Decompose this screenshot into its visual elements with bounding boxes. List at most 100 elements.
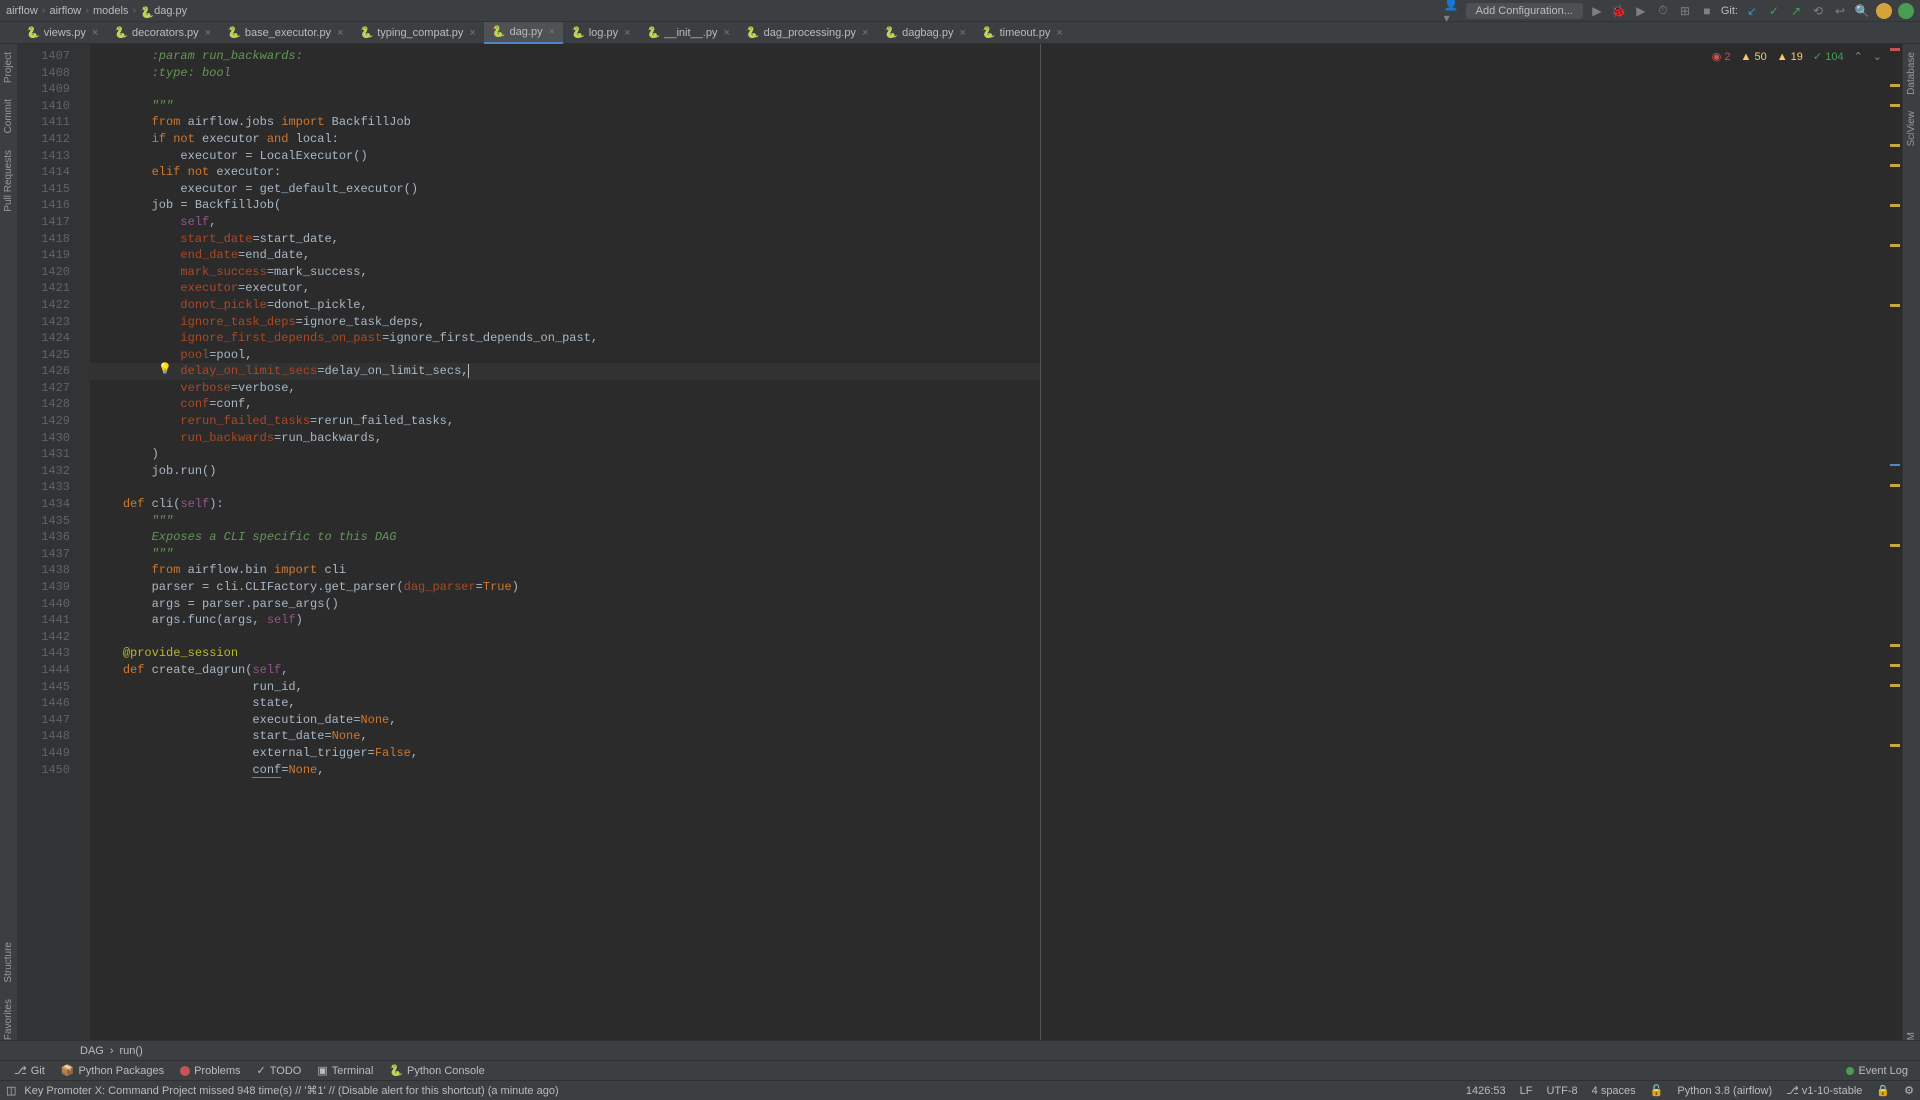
- line-number[interactable]: 1432: [18, 463, 70, 480]
- debug-icon[interactable]: 🐞: [1611, 3, 1627, 19]
- line-number[interactable]: 1424: [18, 330, 70, 347]
- code-line[interactable]: executor=executor,: [90, 280, 1040, 297]
- warning-marker[interactable]: [1890, 244, 1900, 247]
- code-line[interactable]: start_date=start_date,: [90, 231, 1040, 248]
- close-icon[interactable]: ×: [549, 26, 555, 38]
- line-number[interactable]: 1428: [18, 396, 70, 413]
- warning-marker[interactable]: [1890, 664, 1900, 667]
- code-line[interactable]: self,: [90, 214, 1040, 231]
- close-icon[interactable]: ×: [337, 27, 343, 39]
- line-number[interactable]: 1423: [18, 314, 70, 331]
- code-line[interactable]: ignore_first_depends_on_past=ignore_firs…: [90, 330, 1040, 347]
- add-configuration-button[interactable]: Add Configuration...: [1466, 3, 1583, 19]
- close-icon[interactable]: ×: [1056, 27, 1062, 39]
- tab-timeout[interactable]: 🐍timeout.py×: [974, 22, 1071, 44]
- line-number[interactable]: 1429: [18, 413, 70, 430]
- tool-git[interactable]: ⎇Git: [6, 1064, 53, 1077]
- tool-sciview[interactable]: SciView: [1906, 111, 1917, 146]
- editor[interactable]: 1407140814091410141114121413141414151416…: [18, 44, 1902, 1040]
- line-number[interactable]: 1439: [18, 579, 70, 596]
- tool-pull-requests[interactable]: Pull Requests: [3, 150, 14, 212]
- avatar-icon[interactable]: [1876, 3, 1892, 19]
- line-number[interactable]: 1441: [18, 612, 70, 629]
- code-line[interactable]: job = BackfillJob(: [90, 197, 1040, 214]
- line-separator[interactable]: LF: [1520, 1085, 1533, 1097]
- code-line[interactable]: pool=pool,: [90, 347, 1040, 364]
- line-number[interactable]: 1426: [18, 363, 70, 380]
- search-icon[interactable]: 🔍: [1854, 3, 1870, 19]
- tool-structure[interactable]: Structure: [3, 942, 14, 983]
- warning-marker[interactable]: [1890, 304, 1900, 307]
- tool-python-packages[interactable]: 📦Python Packages: [53, 1064, 172, 1077]
- breadcrumb-item[interactable]: airflow: [6, 5, 38, 17]
- tab-views[interactable]: 🐍views.py×: [18, 22, 106, 44]
- error-marker[interactable]: [1890, 48, 1900, 51]
- code-line[interactable]: [90, 479, 1040, 496]
- breadcrumb-item[interactable]: dag.py: [154, 5, 187, 17]
- user-switch-icon[interactable]: 👤▾: [1444, 3, 1460, 19]
- run-icon[interactable]: ▶: [1589, 3, 1605, 19]
- code-line[interactable]: parser = cli.CLIFactory.get_parser(dag_p…: [90, 579, 1040, 596]
- line-number[interactable]: 1444: [18, 662, 70, 679]
- line-number[interactable]: 1411: [18, 114, 70, 131]
- indent-setting[interactable]: 4 spaces: [1592, 1085, 1636, 1097]
- ide-settings-icon[interactable]: ⚙: [1904, 1084, 1914, 1097]
- breadcrumb-item[interactable]: airflow: [49, 5, 81, 17]
- warning-marker[interactable]: [1890, 644, 1900, 647]
- code-line[interactable]: args = parser.parse_args(): [90, 596, 1040, 613]
- line-number[interactable]: 1450: [18, 762, 70, 779]
- close-icon[interactable]: ×: [624, 27, 630, 39]
- tool-favorites[interactable]: Favorites: [3, 999, 14, 1040]
- code-line[interactable]: from airflow.jobs import BackfillJob: [90, 114, 1040, 131]
- warning-marker[interactable]: [1890, 104, 1900, 107]
- code-line[interactable]: executor = get_default_executor(): [90, 181, 1040, 198]
- fold-column[interactable]: [78, 44, 90, 1040]
- code-line[interactable]: conf=None,: [90, 762, 1040, 779]
- tool-terminal[interactable]: ▣Terminal: [309, 1064, 381, 1077]
- warning-marker[interactable]: [1890, 84, 1900, 87]
- line-number[interactable]: 1448: [18, 728, 70, 745]
- stop-icon[interactable]: ■: [1699, 3, 1715, 19]
- intention-bulb-icon[interactable]: 💡: [158, 362, 172, 379]
- code-line[interactable]: rerun_failed_tasks=rerun_failed_tasks,: [90, 413, 1040, 430]
- code-line[interactable]: args.func(args, self): [90, 612, 1040, 629]
- breadcrumb-method[interactable]: run(): [120, 1045, 143, 1057]
- line-number[interactable]: 1413: [18, 148, 70, 165]
- code-line[interactable]: :param run_backwards:: [90, 48, 1040, 65]
- code-line[interactable]: conf=conf,: [90, 396, 1040, 413]
- git-revert-icon[interactable]: ↩: [1832, 3, 1848, 19]
- line-number[interactable]: 1433: [18, 479, 70, 496]
- readonly-icon[interactable]: 🔓: [1650, 1084, 1664, 1097]
- coverage-icon[interactable]: ▶: [1633, 3, 1649, 19]
- line-number[interactable]: 1427: [18, 380, 70, 397]
- warning-marker[interactable]: [1890, 684, 1900, 687]
- typo-indicator[interactable]: ✓ 104: [1813, 50, 1844, 63]
- code-line[interactable]: if not executor and local:: [90, 131, 1040, 148]
- warning-indicator[interactable]: ▲ 50: [1741, 51, 1767, 63]
- right-editor-pane[interactable]: ◉ 2 ▲ 50 ▲ 19 ✓ 104 ⌃ ⌄: [1041, 44, 1902, 1040]
- tool-problems[interactable]: Problems: [172, 1065, 248, 1077]
- warning-marker[interactable]: [1890, 144, 1900, 147]
- line-number[interactable]: 1414: [18, 164, 70, 181]
- code-line[interactable]: """: [90, 513, 1040, 530]
- code-line[interactable]: ignore_task_deps=ignore_task_deps,: [90, 314, 1040, 331]
- line-number[interactable]: 1438: [18, 562, 70, 579]
- code-line[interactable]: ): [90, 446, 1040, 463]
- code-line[interactable]: from airflow.bin import cli: [90, 562, 1040, 579]
- code-area[interactable]: :param run_backwards: :type: bool """ fr…: [90, 44, 1040, 1040]
- tab-typing-compat[interactable]: 🐍typing_compat.py×: [352, 22, 484, 44]
- code-line[interactable]: delay_on_limit_secs=delay_on_limit_secs,: [90, 363, 1040, 380]
- line-number[interactable]: 1447: [18, 712, 70, 729]
- weak-warning-indicator[interactable]: ▲ 19: [1777, 51, 1803, 63]
- close-icon[interactable]: ×: [959, 27, 965, 39]
- line-number[interactable]: 1435: [18, 513, 70, 530]
- cursor-position[interactable]: 1426:53: [1466, 1085, 1506, 1097]
- code-line[interactable]: @provide_session: [90, 645, 1040, 662]
- tool-python-console[interactable]: 🐍Python Console: [381, 1064, 492, 1077]
- tab-dagbag[interactable]: 🐍dagbag.py×: [876, 22, 974, 44]
- warning-marker[interactable]: [1890, 484, 1900, 487]
- close-icon[interactable]: ×: [92, 27, 98, 39]
- code-line[interactable]: external_trigger=False,: [90, 745, 1040, 762]
- code-line[interactable]: def cli(self):: [90, 496, 1040, 513]
- line-number[interactable]: 1449: [18, 745, 70, 762]
